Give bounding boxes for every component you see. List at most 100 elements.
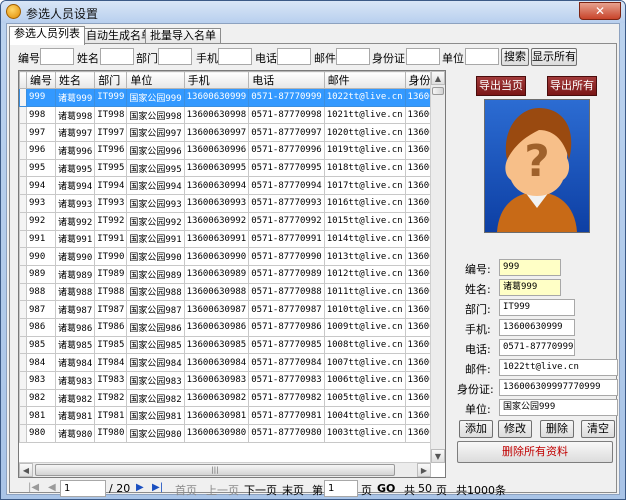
detail-unit-field[interactable]: 国家公园999 bbox=[499, 399, 618, 416]
cell-dept[interactable]: IT998 bbox=[94, 105, 128, 125]
cell-phone[interactable]: 0571-87770988 bbox=[248, 282, 325, 302]
vertical-scrollbar[interactable]: ▲ ▼ bbox=[430, 71, 445, 463]
cell-email[interactable]: 1011tt@live.cn bbox=[323, 282, 406, 302]
cell-unit[interactable]: 国家公园991 bbox=[126, 229, 185, 249]
cell-dept[interactable]: IT992 bbox=[94, 211, 128, 231]
cell-mobile[interactable]: 13600630984 bbox=[183, 353, 250, 372]
cell-name[interactable]: 诸葛980 bbox=[54, 424, 96, 443]
last-page-link[interactable]: 末页 bbox=[282, 482, 304, 498]
cell-mobile[interactable]: 13600630989 bbox=[183, 264, 250, 284]
cell-email[interactable]: 1018tt@live.cn bbox=[323, 158, 406, 178]
cell-name[interactable]: 诸葛991 bbox=[54, 229, 96, 249]
cell-id[interactable]: 985 bbox=[26, 335, 56, 355]
delete-all-records-button[interactable]: 删除所有资料 bbox=[457, 441, 613, 463]
detail-phone-field[interactable]: 0571-87770999 bbox=[499, 339, 575, 356]
cell-dept[interactable]: IT995 bbox=[94, 158, 128, 178]
table-row[interactable]: 980 诸葛980 IT980 国家公园980 13600630980 0571-8777… bbox=[19, 424, 445, 443]
first-page-link[interactable]: 首页 bbox=[175, 482, 197, 498]
filter-id-input[interactable] bbox=[40, 48, 74, 65]
close-button[interactable]: ✕ bbox=[579, 2, 621, 20]
cell-id[interactable]: 982 bbox=[26, 388, 56, 408]
cell-unit[interactable]: 国家公园992 bbox=[126, 211, 185, 231]
table-row[interactable]: 985 诸葛985 IT985 国家公园985 13600630985 0571-8777… bbox=[19, 335, 445, 355]
cell-name[interactable]: 诸葛992 bbox=[54, 211, 96, 231]
cell-unit[interactable]: 国家公园997 bbox=[126, 123, 185, 143]
cell-phone[interactable]: 0571-87770989 bbox=[248, 264, 325, 284]
cell-id[interactable]: 992 bbox=[26, 211, 56, 231]
cell-id[interactable]: 999 bbox=[26, 88, 56, 107]
row-header-cell[interactable] bbox=[19, 282, 27, 302]
cell-mobile[interactable]: 13600630986 bbox=[183, 317, 250, 337]
delete-button[interactable]: 删除 bbox=[540, 420, 574, 438]
cell-email[interactable]: 1003tt@live.cn bbox=[323, 424, 406, 443]
cell-email[interactable]: 1017tt@live.cn bbox=[323, 176, 406, 196]
cell-unit[interactable]: 国家公园990 bbox=[126, 247, 185, 266]
cell-unit[interactable]: 国家公园987 bbox=[126, 300, 185, 319]
table-row[interactable]: 997 诸葛997 IT997 国家公园997 13600630997 0571-8777… bbox=[19, 123, 445, 143]
column-header-phone[interactable]: 电话 bbox=[248, 71, 325, 89]
row-header-cell[interactable] bbox=[19, 317, 27, 337]
row-header-cell[interactable] bbox=[19, 300, 27, 319]
cell-name[interactable]: 诸葛990 bbox=[54, 247, 96, 266]
cell-email[interactable]: 1012tt@live.cn bbox=[323, 264, 406, 284]
cell-name[interactable]: 诸葛986 bbox=[54, 317, 96, 337]
cell-mobile[interactable]: 13600630981 bbox=[183, 406, 250, 426]
cell-phone[interactable]: 0571-87770998 bbox=[248, 105, 325, 125]
cell-mobile[interactable]: 13600630996 bbox=[183, 141, 250, 160]
cell-email[interactable]: 1022tt@live.cn bbox=[323, 88, 406, 107]
cell-name[interactable]: 诸葛982 bbox=[54, 388, 96, 408]
edit-button[interactable]: 修改 bbox=[498, 420, 532, 438]
cell-phone[interactable]: 0571-87770981 bbox=[248, 406, 325, 426]
cell-name[interactable]: 诸葛989 bbox=[54, 264, 96, 284]
cell-id[interactable]: 984 bbox=[26, 353, 56, 372]
cell-name[interactable]: 诸葛998 bbox=[54, 105, 96, 125]
cell-dept[interactable]: IT986 bbox=[94, 317, 128, 337]
row-header-cell[interactable] bbox=[19, 229, 27, 249]
cell-dept[interactable]: IT997 bbox=[94, 123, 128, 143]
cell-unit[interactable]: 国家公园982 bbox=[126, 388, 185, 408]
cell-email[interactable]: 1013tt@live.cn bbox=[323, 247, 406, 266]
cell-name[interactable]: 诸葛984 bbox=[54, 353, 96, 372]
row-header-cell[interactable] bbox=[19, 264, 27, 284]
table-row[interactable]: 990 诸葛990 IT990 国家公园990 13600630990 0571-8777… bbox=[19, 247, 445, 266]
filter-dept-input[interactable] bbox=[158, 48, 192, 65]
row-header-cell[interactable] bbox=[19, 176, 27, 196]
table-row[interactable]: 995 诸葛995 IT995 国家公园995 13600630995 0571-8777… bbox=[19, 158, 445, 178]
cell-unit[interactable]: 国家公园985 bbox=[126, 335, 185, 355]
detail-mobile-field[interactable]: 13600630999 bbox=[499, 319, 575, 336]
table-row[interactable]: 994 诸葛994 IT994 国家公园994 13600630994 0571-8777… bbox=[19, 176, 445, 196]
table-row[interactable]: 983 诸葛983 IT983 国家公园983 13600630983 0571-8777… bbox=[19, 371, 445, 390]
cell-phone[interactable]: 0571-87770984 bbox=[248, 353, 325, 372]
cell-name[interactable]: 诸葛993 bbox=[54, 194, 96, 213]
filter-email-input[interactable] bbox=[336, 48, 370, 65]
row-header-cell[interactable] bbox=[19, 211, 27, 231]
cell-phone[interactable]: 0571-87770985 bbox=[248, 335, 325, 355]
prev-page-icon[interactable]: ◀ bbox=[48, 482, 56, 493]
cell-unit[interactable]: 国家公园995 bbox=[126, 158, 185, 178]
last-page-icon[interactable]: ▶| bbox=[152, 482, 163, 493]
cell-mobile[interactable]: 13600630983 bbox=[183, 371, 250, 390]
row-header-cell[interactable] bbox=[19, 335, 27, 355]
row-header-cell[interactable] bbox=[19, 105, 27, 125]
row-header-cell[interactable] bbox=[19, 247, 27, 266]
cell-name[interactable]: 诸葛994 bbox=[54, 176, 96, 196]
column-header-email[interactable]: 邮件 bbox=[323, 71, 406, 89]
cell-unit[interactable]: 国家公园996 bbox=[126, 141, 185, 160]
detail-email-field[interactable]: 1022tt@live.cn bbox=[499, 359, 618, 376]
cell-email[interactable]: 1004tt@live.cn bbox=[323, 406, 406, 426]
cell-id[interactable]: 994 bbox=[26, 176, 56, 196]
cell-id[interactable]: 996 bbox=[26, 141, 56, 160]
cell-dept[interactable]: IT987 bbox=[94, 300, 128, 319]
title-bar[interactable]: 参选人员设置 ✕ bbox=[1, 1, 625, 23]
next-page-link[interactable]: 下一页 bbox=[244, 482, 277, 498]
filter-idcard-input[interactable] bbox=[406, 48, 440, 65]
cell-mobile[interactable]: 13600630999 bbox=[183, 88, 250, 107]
cell-mobile[interactable]: 13600630987 bbox=[183, 300, 250, 319]
table-row[interactable]: 998 诸葛998 IT998 国家公园998 13600630998 0571-8777… bbox=[19, 105, 445, 125]
cell-unit[interactable]: 国家公园989 bbox=[126, 264, 185, 284]
row-header-cell[interactable] bbox=[19, 424, 27, 443]
cell-email[interactable]: 1009tt@live.cn bbox=[323, 317, 406, 337]
filter-phone-input[interactable] bbox=[277, 48, 311, 65]
cell-mobile[interactable]: 13600630985 bbox=[183, 335, 250, 355]
detail-idcard-field[interactable]: 136006309997770999 bbox=[499, 379, 618, 396]
